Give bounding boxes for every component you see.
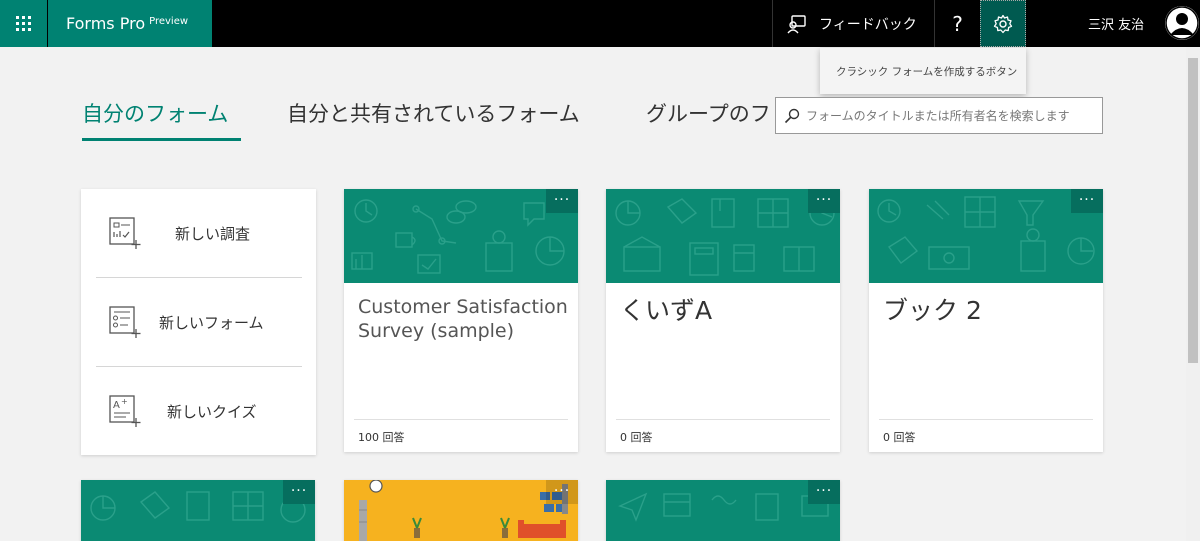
card-title: くいずA <box>620 296 713 325</box>
divider <box>879 419 1093 420</box>
svg-text:A: A <box>113 400 120 411</box>
new-quiz-label: 新しいクイズ <box>167 402 257 421</box>
card-banner <box>869 189 1103 283</box>
divider <box>616 419 830 420</box>
new-quiz-icon: A + <box>109 395 141 427</box>
card-banner <box>81 480 315 541</box>
tab-shared-with-me[interactable]: 自分と共有されているフォーム <box>287 98 580 128</box>
banner-pattern-icon <box>351 199 565 274</box>
banner-pattern-icon <box>877 196 1095 272</box>
card-menu-button[interactable]: ... <box>808 480 840 504</box>
search-box <box>775 97 1103 134</box>
gear-icon <box>993 14 1013 33</box>
search-input[interactable] <box>806 108 1096 123</box>
settings-tooltip: クラシック フォームを作成するボタン <box>820 48 1026 94</box>
feedback-icon <box>787 14 806 33</box>
form-card[interactable]: ... <box>606 480 840 541</box>
card-banner <box>606 189 840 283</box>
new-survey-button[interactable]: 新しい調査 <box>96 189 302 277</box>
response-count: 100 回答 <box>358 431 405 444</box>
new-item-panel: 新しい調査 新しいフォーム A + 新しいクイズ <box>81 189 316 455</box>
divider <box>354 419 568 420</box>
tab-my-forms[interactable]: 自分のフォーム <box>82 98 242 141</box>
brand-link[interactable]: Forms Pro Preview <box>48 0 212 47</box>
settings-button[interactable] <box>980 0 1026 47</box>
banner-pattern-icon <box>90 491 306 523</box>
help-button[interactable]: ? <box>934 0 980 47</box>
help-icon: ? <box>952 11 963 36</box>
card-banner <box>606 480 840 541</box>
feedback-button[interactable]: フィードバック <box>772 0 934 47</box>
card-menu-button[interactable]: ... <box>546 480 578 504</box>
card-menu-button[interactable]: ... <box>1071 189 1103 213</box>
banner-pattern-icon <box>618 492 829 522</box>
search-icon <box>784 108 800 123</box>
form-card[interactable]: ... Customer Satisfaction Survey (sample… <box>344 189 578 452</box>
brand-name: Forms Pro <box>66 14 146 33</box>
form-card[interactable]: ... <box>344 480 578 541</box>
feedback-label: フィードバック <box>819 16 917 33</box>
svg-text:+: + <box>121 397 128 406</box>
card-title: ブック 2 <box>883 296 982 325</box>
scrollbar-thumb[interactable] <box>1188 58 1198 363</box>
new-quiz-button[interactable]: A + 新しいクイズ <box>96 367 302 455</box>
form-card[interactable]: ... くいずA 0 回答 <box>606 189 840 452</box>
card-banner <box>344 189 578 283</box>
banner-illustration-icon <box>359 480 568 541</box>
form-card[interactable]: ... <box>81 480 315 541</box>
card-menu-button[interactable]: ... <box>546 189 578 213</box>
waffle-icon <box>16 16 31 31</box>
user-name[interactable]: 三沢 友治 <box>1088 0 1144 47</box>
new-form-label: 新しいフォーム <box>159 313 264 332</box>
app-launcher-button[interactable] <box>0 0 47 47</box>
user-icon <box>1165 6 1199 40</box>
banner-pattern-icon <box>615 198 835 276</box>
response-count: 0 回答 <box>883 431 916 444</box>
tab-group-forms[interactable]: グループのフ <box>646 98 771 128</box>
response-count: 0 回答 <box>620 431 653 444</box>
card-menu-button[interactable]: ... <box>808 189 840 213</box>
card-menu-button[interactable]: ... <box>283 480 315 504</box>
card-title: Customer Satisfaction Survey (sample) <box>358 296 568 342</box>
form-card[interactable]: ... ブック 2 0 回答 <box>869 189 1103 452</box>
avatar[interactable] <box>1165 6 1199 40</box>
new-survey-label: 新しい調査 <box>175 224 251 243</box>
brand-tag: Preview <box>149 16 189 27</box>
new-form-icon <box>109 306 141 338</box>
new-form-button[interactable]: 新しいフォーム <box>96 278 302 366</box>
new-survey-icon <box>109 217 141 249</box>
card-banner <box>344 480 578 541</box>
